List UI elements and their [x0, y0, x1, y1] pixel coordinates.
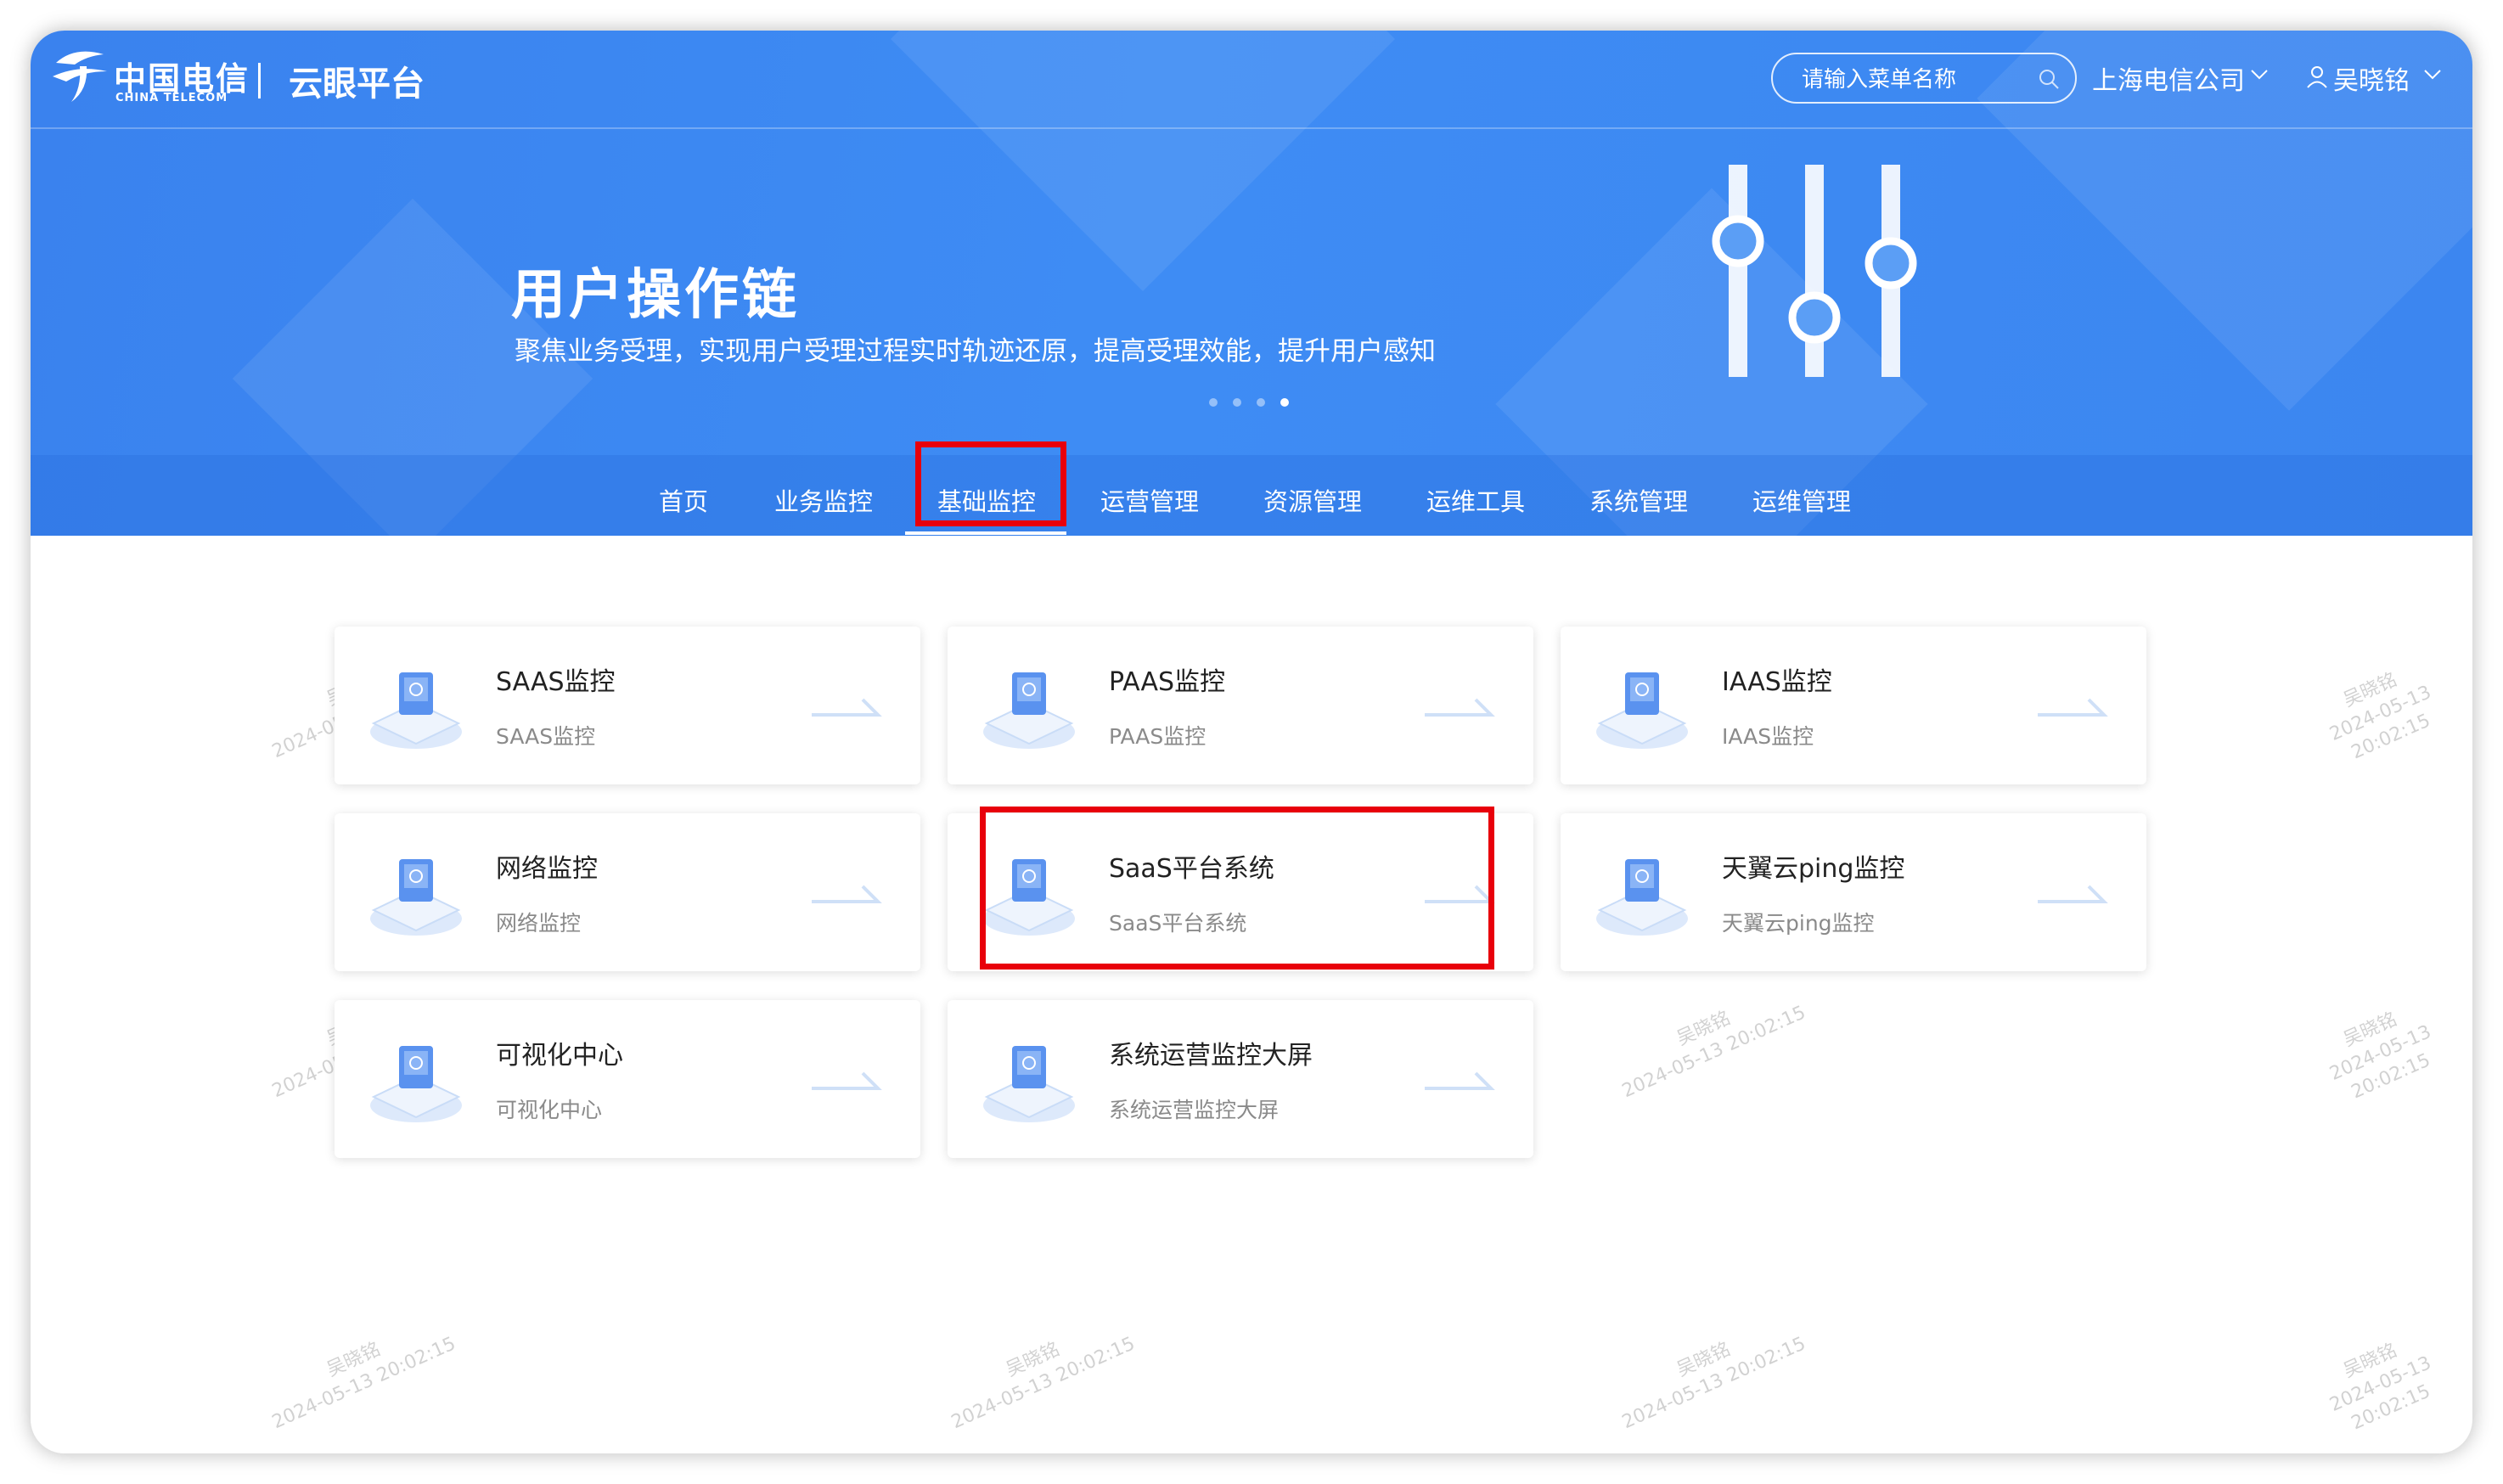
module-card-tianyi-cloud-ping[interactable]: 天翼云ping监控 天翼云ping监控	[1561, 813, 2146, 971]
arrow-right-icon	[812, 1071, 882, 1090]
watermark: 吴晓铭2024-05-13 20:02:15	[948, 1333, 1139, 1434]
cube-platform-icon	[370, 859, 462, 936]
app-window: 中国电信 CHINA TELECOM 云眼平台 上海电信公司 吴晓铭	[31, 31, 2472, 1453]
watermark: 吴晓铭2024-05-13 20:02:15	[268, 1333, 459, 1434]
cube-platform-icon	[1596, 859, 1688, 936]
nav-item-ops-tools[interactable]: 运维工具	[1426, 482, 1525, 518]
carousel-dot[interactable]	[1233, 398, 1241, 407]
search-icon[interactable]	[2038, 68, 2060, 90]
main-nav: 首页 业务监控 基础监控 运营管理 资源管理 运维工具 系统管理 运维管理	[31, 455, 2472, 536]
china-telecom-logo-icon	[53, 51, 107, 102]
cube-platform-icon	[983, 1046, 1075, 1122]
nav-item-system-management[interactable]: 系统管理	[1589, 482, 1688, 518]
cube-platform-icon	[370, 1046, 462, 1122]
cube-platform-icon	[1596, 672, 1688, 749]
header-banner: 中国电信 CHINA TELECOM 云眼平台 上海电信公司 吴晓铭	[31, 31, 2472, 536]
module-card-saas-monitor[interactable]: SAAS监控 SAAS监控	[335, 627, 920, 784]
module-card-ops-monitor-screen[interactable]: 系统运营监控大屏 系统运营监控大屏	[948, 1000, 1533, 1158]
arrow-right-icon	[2038, 698, 2108, 717]
watermark: 吴晓铭2024-05-13 20:02:15	[2326, 1009, 2435, 1104]
nav-item-maintenance-management[interactable]: 运维管理	[1752, 482, 1851, 518]
card-title: 网络监控	[496, 854, 598, 884]
carousel-dot[interactable]	[1257, 398, 1265, 407]
card-subtitle: SaaS平台系统	[1109, 911, 1247, 936]
nav-item-basic-monitor[interactable]: 基础监控	[937, 482, 1036, 518]
logo-text-en: CHINA TELECOM	[115, 92, 228, 104]
nav-item-business-monitor[interactable]: 业务监控	[774, 482, 873, 518]
cube-platform-icon	[983, 672, 1075, 749]
watermark: 吴晓铭2024-05-13 20:02:15	[2326, 1340, 2435, 1435]
card-subtitle: 可视化中心	[496, 1098, 603, 1122]
carousel-dot-active[interactable]	[1280, 398, 1289, 407]
card-subtitle: SAAS监控	[496, 724, 596, 749]
card-subtitle: 天翼云ping监控	[1722, 911, 1875, 936]
arrow-right-icon	[1425, 1071, 1495, 1090]
card-title: SAAS监控	[496, 667, 616, 697]
card-subtitle: 网络监控	[496, 911, 582, 936]
chevron-down-icon[interactable]	[2423, 68, 2442, 82]
card-title: 天翼云ping监控	[1722, 854, 1905, 884]
card-title: PAAS监控	[1109, 667, 1226, 697]
arrow-right-icon	[2038, 885, 2108, 903]
logo-divider	[258, 63, 261, 98]
watermark: 吴晓铭2024-05-13 20:02:15	[1618, 1333, 1809, 1434]
cube-platform-icon	[983, 859, 1075, 936]
sliders-illustration-icon	[1712, 165, 1917, 377]
banner-title: 用户操作链	[511, 264, 800, 327]
platform-name: 云眼平台	[289, 65, 425, 104]
module-card-paas-monitor[interactable]: PAAS监控 PAAS监控	[948, 627, 1533, 784]
company-selector[interactable]: 上海电信公司	[2092, 59, 2245, 97]
user-name[interactable]: 吴晓铭	[2333, 59, 2410, 97]
user-icon[interactable]	[2306, 65, 2328, 88]
module-card-saas-platform-system[interactable]: SaaS平台系统 SaaS平台系统	[948, 813, 1533, 971]
card-subtitle: 系统运营监控大屏	[1109, 1098, 1280, 1122]
arrow-right-icon	[812, 885, 882, 903]
module-card-iaas-monitor[interactable]: IAAS监控 IAAS监控	[1561, 627, 2146, 784]
module-card-network-monitor[interactable]: 网络监控 网络监控	[335, 813, 920, 971]
chevron-down-icon[interactable]	[2250, 68, 2269, 82]
carousel-dots	[1209, 394, 1304, 410]
card-subtitle: PAAS监控	[1109, 724, 1207, 749]
top-bar: 中国电信 CHINA TELECOM 云眼平台 上海电信公司 吴晓铭	[31, 31, 2472, 129]
watermark: 吴晓铭2024-05-13 20:02:15	[1618, 1002, 1809, 1103]
menu-search-box[interactable]	[1771, 53, 2077, 104]
watermark: 吴晓铭2024-05-13 20:02:15	[2326, 669, 2435, 764]
nav-item-home[interactable]: 首页	[659, 482, 708, 518]
nav-item-operations-management[interactable]: 运营管理	[1100, 482, 1199, 518]
card-title: IAAS监控	[1722, 667, 1832, 697]
card-subtitle: IAAS监控	[1722, 724, 1814, 749]
cube-platform-icon	[370, 672, 462, 749]
carousel-dot[interactable]	[1209, 398, 1218, 407]
card-title: 系统运营监控大屏	[1109, 1041, 1313, 1071]
nav-item-resource-management[interactable]: 资源管理	[1263, 482, 1362, 518]
banner-subtitle: 聚焦业务受理，实现用户受理过程实时轨迹还原，提高受理效能，提升用户感知	[515, 336, 1436, 367]
arrow-right-icon	[1425, 698, 1495, 717]
menu-search-input[interactable]	[1800, 63, 2033, 97]
nav-active-underline	[905, 531, 1066, 535]
card-title: 可视化中心	[496, 1041, 623, 1071]
card-title: SaaS平台系统	[1109, 854, 1274, 884]
arrow-right-icon	[1425, 885, 1495, 903]
module-card-visualization-center[interactable]: 可视化中心 可视化中心	[335, 1000, 920, 1158]
arrow-right-icon	[812, 698, 882, 717]
